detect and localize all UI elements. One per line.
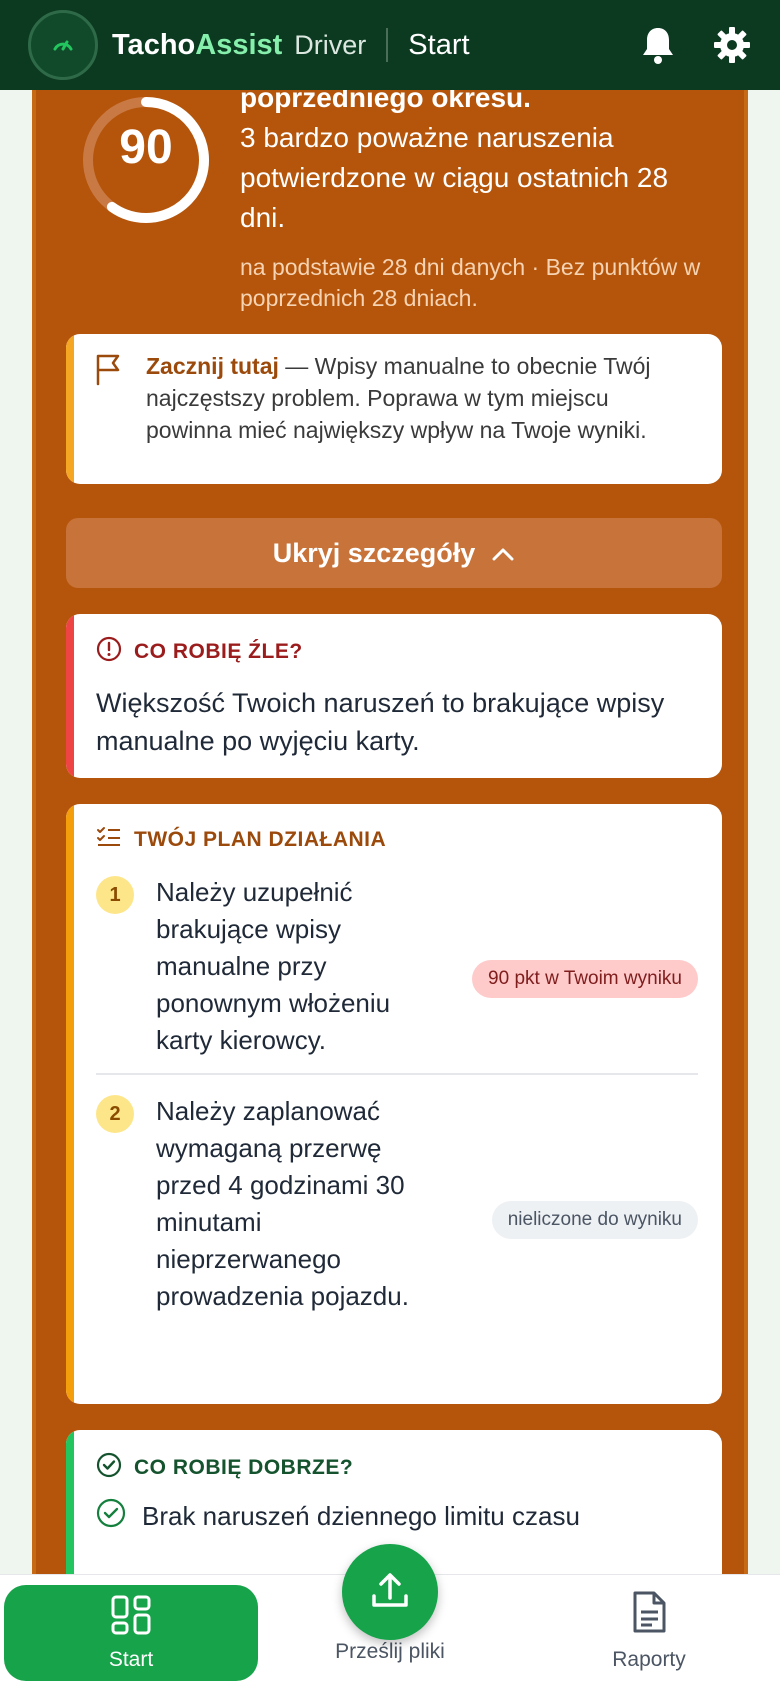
checklist-icon: [96, 826, 122, 854]
doing-right-item-text: Brak naruszeń dziennego limitu czasu: [142, 1501, 580, 1531]
doing-right-item: Brak naruszeń dziennego limitu czasu: [96, 1498, 692, 1535]
bell-icon[interactable]: [640, 25, 676, 65]
nav-start[interactable]: Start: [4, 1585, 258, 1681]
hide-details-button[interactable]: Ukryj szczegóły: [66, 518, 722, 588]
hide-details-label: Ukryj szczegóły: [272, 537, 476, 568]
score-points-badge: 90 pkt w Twoim wyniku: [472, 960, 698, 998]
nav-reports-label: Raporty: [612, 1648, 686, 1671]
plan-item: 1 Należy uzupełnić brakujące wpisy manua…: [96, 874, 698, 1059]
score-panel: 90 poprzedniego okresu. 3 bardzo poważne…: [32, 82, 748, 1630]
summary-basis: na podstawie 28 dni danych · Bez punktów…: [240, 254, 701, 311]
brand-sub: Driver: [294, 29, 367, 60]
plan-item-number: 1: [96, 876, 134, 914]
plan-divider: [96, 1073, 698, 1075]
start-here-card: Zacznij tutaj — Wpisy manualne to obecni…: [66, 334, 722, 484]
page-title: Start: [408, 28, 470, 61]
score-value: 90: [119, 121, 173, 174]
plan-item-text: Należy uzupełnić brakujące wpisy manualn…: [156, 877, 391, 1055]
check-circle-icon: [96, 1498, 126, 1535]
check-circle-icon: [96, 1452, 122, 1484]
document-icon: [630, 1590, 668, 1640]
alert-circle-icon: [96, 636, 122, 668]
app-brand: TachoAssist: [112, 29, 282, 62]
plan-item-number: 2: [96, 1095, 134, 1133]
chevron-up-icon: [491, 538, 515, 569]
nav-reports[interactable]: Raporty: [522, 1582, 776, 1678]
dashboard-icon: [110, 1594, 152, 1642]
start-here-lead: Zacznij tutaj: [146, 353, 279, 379]
title-divider: [386, 28, 389, 62]
upload-button[interactable]: [342, 1544, 438, 1640]
not-counted-badge: nieliczone do wyniku: [491, 1201, 698, 1239]
action-plan-title: TWÓJ PLAN DZIAŁANIA: [134, 828, 387, 851]
nav-upload-label[interactable]: Prześlij pliki: [262, 1640, 518, 1664]
plan-item: 2 Należy zaplanować wymaganą przerwę prz…: [96, 1093, 698, 1315]
doing-wrong-text: Większość Twoich naruszeń to brakujące w…: [96, 688, 665, 756]
flag-icon: [94, 352, 124, 391]
gear-icon[interactable]: [712, 25, 752, 65]
speedometer-logo-icon: [28, 10, 98, 80]
doing-wrong-card: CO ROBIĘ ŹLE? Większość Twoich naruszeń …: [66, 614, 722, 778]
doing-right-title: CO ROBIĘ DOBRZE?: [134, 1456, 354, 1479]
brand-main: Tacho: [112, 28, 196, 61]
plan-item-text: Należy zaplanować wymaganą przerwę przed…: [156, 1096, 409, 1311]
top-app-bar: TachoAssist Driver Start: [0, 0, 780, 90]
doing-wrong-title: CO ROBIĘ ŹLE?: [134, 640, 303, 663]
upload-icon: [368, 1568, 412, 1617]
nav-start-label: Start: [108, 1648, 154, 1671]
brand-accent: Assist: [195, 28, 283, 61]
summary-description: 3 bardzo poważne naruszenia potwierdzone…: [240, 122, 669, 233]
score-summary: poprzedniego okresu. 3 bardzo poważne na…: [240, 82, 720, 314]
action-plan-card: TWÓJ PLAN DZIAŁANIA 1 Należy uzupełnić b…: [66, 804, 722, 1404]
start-here-text: Zacznij tutaj — Wpisy manualne to obecni…: [146, 350, 694, 446]
